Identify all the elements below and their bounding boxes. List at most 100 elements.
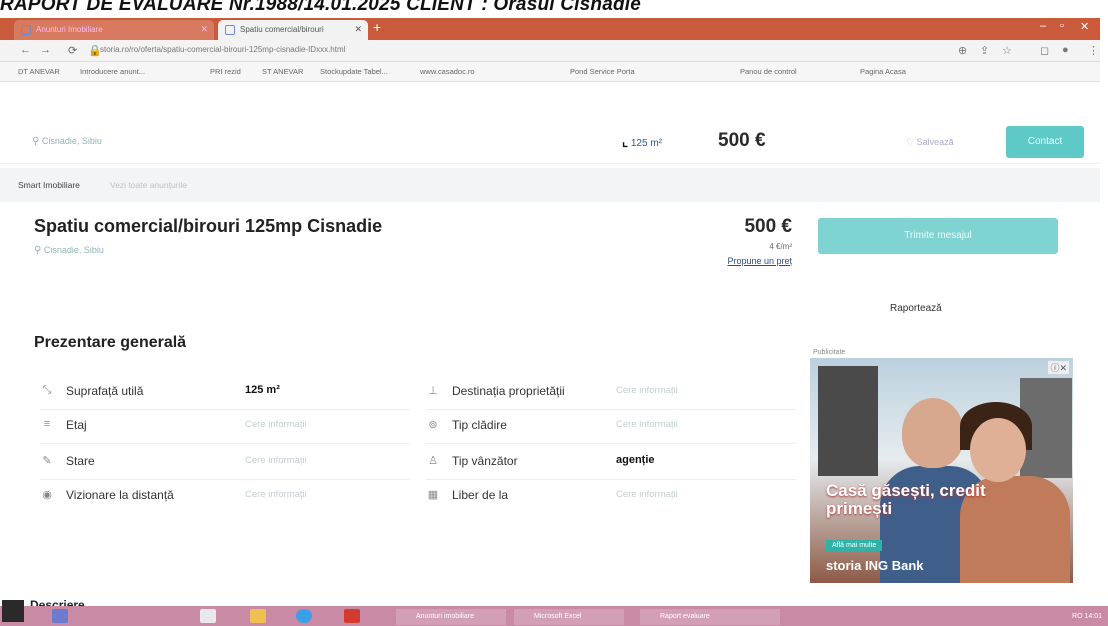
attribute-row: ⊚ Tip clădire Cere informații	[426, 416, 796, 450]
bookmark-item[interactable]: www.casadoc.ro	[420, 67, 475, 76]
tab-favicon-icon	[21, 25, 31, 35]
report-link[interactable]: Raportează	[890, 303, 942, 314]
extensions-icon[interactable]: ◻	[1040, 44, 1049, 57]
back-icon[interactable]: ←	[20, 44, 31, 56]
pdf-icon[interactable]	[344, 609, 360, 623]
menu-icon[interactable]: ⋮	[1088, 44, 1099, 57]
chrome-icon[interactable]	[296, 609, 312, 623]
close-tab-icon[interactable]: ✕	[354, 24, 362, 35]
sticky-price: 500 €	[718, 130, 766, 151]
condition-icon: ✎	[42, 455, 52, 467]
attribute-label: Destinația proprietății	[452, 384, 565, 398]
system-tray[interactable]: RO 14:01	[1072, 613, 1102, 620]
maximize-icon[interactable]: ▫	[1060, 20, 1064, 32]
propose-price-link[interactable]: Propune un preț	[690, 256, 792, 266]
ask-info-link[interactable]: Cere informații	[245, 489, 307, 500]
attribute-row: ◉ Vizionare la distanță Cere informații	[40, 486, 410, 520]
heart-icon: ♡	[906, 137, 915, 147]
send-message-button[interactable]: Trimite mesajul	[818, 218, 1058, 254]
listing-location-text: Cisnadie, Sibiu	[43, 245, 104, 255]
ask-info-link[interactable]: Cere informații	[616, 489, 678, 500]
browser-tab[interactable]: Anunturi Imobiliare ✕	[14, 20, 214, 40]
ad-brand: storia ING Bank	[826, 558, 924, 573]
bookmark-item[interactable]: Pond Service Porta	[570, 67, 635, 76]
bookmark-item[interactable]: Stockupdate Tabel...	[320, 67, 388, 76]
sticky-area-value: 125 m²	[630, 138, 662, 149]
listing-price: 500 €	[744, 216, 792, 237]
home-icon[interactable]	[200, 609, 216, 623]
building-type-icon: ⊚	[428, 419, 438, 431]
ad-headline: Casă găsești, credit primești	[826, 481, 986, 518]
attribute-label: Liber de la	[452, 488, 509, 502]
breadcrumb-all-listings[interactable]: Vezi toate anunțurile	[110, 180, 187, 190]
bookmark-item[interactable]: Pagina Acasa	[860, 67, 906, 76]
bookmarks-bar: DT ANEVAR Introducere anunt... PRI rezid…	[0, 62, 1100, 82]
reload-icon[interactable]: ⟳	[68, 44, 77, 57]
bookmark-item[interactable]: Panou de control	[740, 67, 797, 76]
translate-icon[interactable]: ⊕	[958, 44, 967, 57]
area-icon: ⤡	[42, 384, 52, 396]
breadcrumb-agency[interactable]: Smart Imobiliare	[18, 180, 80, 190]
ask-info-link[interactable]: Cere informații	[245, 455, 307, 466]
ask-info-link[interactable]: Cere informații	[616, 419, 678, 430]
row-divider	[40, 479, 410, 480]
share-icon[interactable]: ⇪	[980, 44, 989, 57]
browser-tab-strip: Anunturi Imobiliare ✕ Spatiu comercial/b…	[0, 18, 1100, 40]
save-listing-button[interactable]: ♡ Salvează	[906, 137, 954, 148]
folder-icon[interactable]	[250, 609, 266, 623]
bookmark-star-icon[interactable]: ☆	[1002, 44, 1012, 57]
bookmark-item[interactable]: PRI rezid	[210, 67, 241, 76]
ad-cta-button[interactable]: Află mai multe	[826, 540, 883, 551]
map-pin-icon: ⚲	[32, 136, 40, 147]
minimize-icon[interactable]: ‒	[1040, 20, 1046, 32]
attribute-label: Tip vânzător	[452, 454, 518, 468]
row-divider	[40, 409, 410, 410]
attribute-value: agenție	[616, 454, 655, 466]
attribute-label: Vizionare la distanță	[66, 488, 174, 502]
attribute-label: Etaj	[66, 418, 87, 432]
bookmark-item[interactable]: Introducere anunt...	[80, 67, 145, 76]
bookmark-item[interactable]: DT ANEVAR	[18, 67, 60, 76]
listing-title: Spatiu comercial/birouri 125mp Cisnadie	[34, 216, 383, 236]
ad-label: Publicitate	[813, 349, 846, 356]
windows-taskbar: Anunturi imobiliare Microsoft Excel Rapo…	[0, 606, 1108, 626]
profile-icon[interactable]: ●	[1062, 44, 1069, 56]
ad-close-icon[interactable]: ⓘ✕	[1048, 361, 1069, 374]
ask-info-link[interactable]: Cere informații	[616, 385, 678, 396]
attribute-row: ▦ Liber de la Cere informații	[426, 486, 796, 520]
new-tab-icon[interactable]: +	[373, 19, 381, 35]
ad-person-image	[902, 398, 964, 468]
contact-button[interactable]: Contact	[1006, 126, 1084, 158]
attribute-label: Suprafață utilă	[66, 384, 144, 398]
row-divider	[426, 443, 796, 444]
attribute-value: 125 m²	[245, 384, 280, 396]
close-window-icon[interactable]: ✕	[1080, 20, 1089, 33]
bookmark-item[interactable]: ST ANEVAR	[262, 67, 303, 76]
attribute-label: Stare	[66, 454, 95, 468]
taskbar-item[interactable]: Raport evaluare	[640, 609, 780, 625]
explorer-icon[interactable]	[52, 609, 68, 623]
start-button[interactable]	[2, 600, 24, 622]
row-divider	[426, 479, 796, 480]
ad-person-image	[970, 418, 1026, 482]
taskbar-item[interactable]: Microsoft Excel	[514, 609, 624, 625]
attribute-row: ⤡ Suprafață utilă 125 m²	[40, 382, 410, 416]
url-field[interactable]: storia.ro/ro/oferta/spatiu-comercial-bir…	[100, 45, 345, 54]
seller-icon: ♙	[428, 455, 438, 467]
advertisement-banner[interactable]: ⓘ✕ Casă găsești, credit primești Află ma…	[810, 358, 1073, 583]
floor-icon: ≡	[43, 418, 51, 430]
ask-info-link[interactable]: Cere informații	[245, 419, 307, 430]
remote-view-icon: ◉	[42, 489, 52, 501]
map-pin-icon: ⚲	[34, 245, 42, 256]
browser-tab-active[interactable]: Spatiu comercial/birouri ✕	[218, 20, 368, 40]
close-tab-icon[interactable]: ✕	[200, 24, 208, 35]
listing-location[interactable]: ⚲ Cisnadie, Sibiu	[34, 245, 104, 256]
area-icon: ⌞	[622, 134, 629, 149]
sticky-location[interactable]: ⚲ Cisnadie, Sibiu	[32, 136, 102, 147]
taskbar-item[interactable]: Anunturi imobiliare	[396, 609, 506, 625]
tab-favicon-icon	[225, 25, 235, 35]
sticky-location-text: Cisnadie, Sibiu	[41, 136, 102, 146]
forward-icon[interactable]: →	[40, 44, 51, 56]
ad-house-image	[818, 366, 878, 476]
overview-title: Prezentare generală	[34, 334, 187, 351]
